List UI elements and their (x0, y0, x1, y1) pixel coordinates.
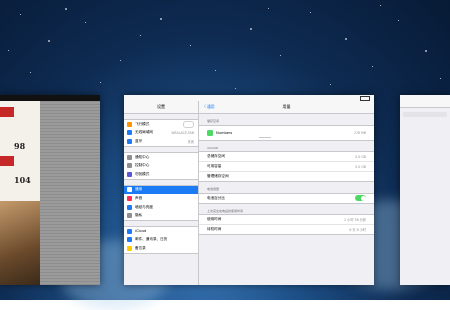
airplane-icon (127, 121, 132, 127)
app-storage-row[interactable]: Numbers 276 MB (199, 126, 374, 140)
usage-row-label: 待机时间 (207, 227, 222, 231)
bluetooth-icon (127, 138, 132, 144)
storage-row[interactable]: 总储存空间 5.0 GB (199, 152, 374, 162)
sidebar-item-label: 备忘录 (135, 245, 146, 250)
mail-icon (127, 237, 132, 243)
app-size: 276 MB (353, 130, 366, 135)
sidebar-item-label: iCloud (135, 229, 147, 234)
sidebar-item-label: 勿扰模式 (135, 171, 150, 176)
loading-indicator (259, 136, 271, 137)
hand-icon (127, 213, 132, 219)
sidebar-item-label: 通用 (135, 187, 143, 192)
storage-row-label: 管理储存空间 (207, 174, 229, 178)
section-header: 电池用量 (207, 187, 220, 191)
moon-icon (127, 171, 132, 177)
sidebar-item[interactable]: 控制中心 (124, 161, 198, 170)
storage-row-value: 5.0 GB (355, 154, 366, 159)
sidebar-item-label: 无线局域网 (135, 130, 153, 135)
sidebar-item[interactable]: 蓝牙 关闭 (124, 137, 198, 146)
usage-row-value: 6 天 8 小时 (349, 228, 366, 232)
sidebar-item[interactable]: 通知中心 (124, 153, 198, 162)
storage-row-label: 可用容量 (207, 164, 222, 168)
app-card-settings[interactable]: 设置 飞行模式 无线局域网 WEALACE-TAN 蓝牙 关闭 通知中心 控制中心 勿扰模式通… (124, 95, 374, 285)
magazine-number: 98 (14, 141, 26, 151)
sidebar-item-value: 关闭 (187, 139, 194, 144)
sidebar-item[interactable]: 邮件、通讯录、日历 (124, 236, 198, 245)
section-header: 上次完全充电后的使用时间 (207, 208, 244, 213)
storage-row-label: 总储存空间 (207, 154, 225, 158)
sidebar-item[interactable]: 隐私 (124, 211, 198, 220)
storage-row[interactable]: 可用容量 5.0 GB (199, 162, 374, 172)
sidebar-item[interactable]: 勿扰模式 (124, 170, 198, 179)
magazine-backdrop (40, 101, 100, 285)
battery-percentage-toggle[interactable] (355, 195, 366, 201)
storage-row-value: 5.0 GB (355, 164, 366, 169)
sidebar-item[interactable]: 墙纸与亮度 (124, 203, 198, 212)
sidebar-item-label: 通知中心 (135, 154, 150, 159)
sidebar-group: iCloud 邮件、通讯录、日历 备忘录 (124, 225, 198, 254)
nav-bar: 〈 通用 用量 (199, 101, 374, 114)
sidebar-item[interactable]: 无线局域网 WEALACE-TAN (124, 129, 198, 138)
usage-row[interactable]: 使用时间 2 小时 36 分钟 (199, 215, 374, 225)
nav-bar (400, 95, 450, 108)
settings-sidebar: 设置 飞行模式 无线局域网 WEALACE-TAN 蓝牙 关闭 通知中心 控制中心 勿扰模式通… (124, 101, 199, 285)
sidebar-item[interactable]: iCloud (124, 227, 198, 236)
gear-icon (127, 187, 132, 193)
app-card-magazine[interactable]: 98 104 (0, 95, 100, 285)
sidebar-item-label: 隐私 (135, 213, 143, 218)
wifi-icon (127, 130, 132, 136)
search-bar[interactable] (403, 112, 447, 117)
airplane-mode-toggle[interactable] (183, 120, 194, 128)
sidebar-item-label: 墙纸与亮度 (135, 204, 153, 209)
app-card-right[interactable] (400, 95, 450, 285)
section-header: iCLOUD (207, 145, 219, 150)
sidebar-group: 通用声音墙纸与亮度隐私 (124, 184, 198, 221)
magazine-number: 104 (14, 175, 31, 185)
sidebar-item-label: 邮件、通讯录、日历 (135, 237, 168, 242)
magazine-photo (0, 201, 40, 285)
sidebar-group: 飞行模式无线局域网 WEALACE-TAN 蓝牙 关闭 (124, 119, 198, 147)
sidebar-item-label: 蓝牙 (135, 138, 143, 143)
sidebar-item-value: WEALACE-TAN (171, 130, 194, 135)
sound-icon (127, 195, 132, 201)
notification-icon (127, 154, 132, 160)
usage-row[interactable]: 待机时间 6 天 8 小时 (199, 225, 374, 234)
storage-row[interactable]: 管理储存空间 (199, 172, 374, 181)
sidebar-item[interactable]: 声音 (124, 194, 198, 203)
page-title: 用量 (282, 104, 291, 109)
sidebar-item[interactable]: 飞行模式 (124, 120, 198, 129)
battery-percentage-label: 电池百分比 (207, 195, 225, 200)
app-name: Numbers (216, 130, 233, 135)
notes-icon (127, 245, 132, 251)
usage-detail-pane: 〈 通用 用量 储存空间 Numbers 276 MB iCLOUD 总储存空间… (199, 101, 374, 285)
sidebar-group: 通知中心控制中心勿扰模式 (124, 151, 198, 180)
usage-row-label: 使用时间 (207, 217, 222, 221)
sidebar-item[interactable]: 通用 (124, 185, 198, 195)
sidebar-title: 设置 (124, 101, 198, 114)
sidebar-item-label: 控制中心 (135, 163, 150, 168)
section-header: 储存空间 (207, 119, 220, 123)
sidebar-item[interactable]: 备忘录 (124, 244, 198, 253)
battery-percentage-row: 电池百分比 (199, 194, 374, 203)
magazine-page: 98 104 (0, 101, 40, 285)
cloud-icon (127, 228, 132, 234)
sidebar-item-label: 飞行模式 (135, 121, 150, 126)
usage-row-value: 2 小时 36 分钟 (344, 218, 366, 222)
numbers-app-icon (207, 129, 213, 136)
sidebar-item-label: 声音 (135, 195, 143, 200)
control-center-icon (127, 163, 132, 169)
wallpaper-icon (127, 204, 132, 210)
